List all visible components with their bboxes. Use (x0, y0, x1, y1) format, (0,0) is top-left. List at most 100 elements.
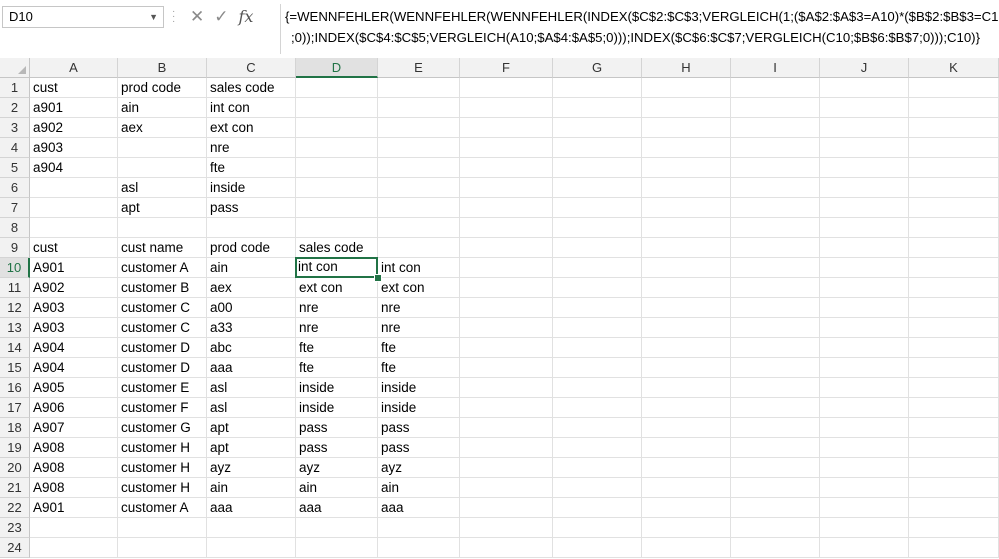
cell-j3[interactable] (820, 118, 909, 138)
cell-g24[interactable] (553, 538, 642, 558)
cell-k23[interactable] (909, 518, 999, 538)
cell-a23[interactable] (30, 518, 118, 538)
cell-j18[interactable] (820, 418, 909, 438)
cell-i11[interactable] (731, 278, 820, 298)
cell-a12[interactable]: A903 (30, 298, 118, 318)
cell-b4[interactable] (118, 138, 207, 158)
cell-i23[interactable] (731, 518, 820, 538)
cell-i19[interactable] (731, 438, 820, 458)
cell-a24[interactable] (30, 538, 118, 558)
row-header-13[interactable]: 13 (0, 318, 30, 338)
cell-k4[interactable] (909, 138, 999, 158)
row-header-19[interactable]: 19 (0, 438, 30, 458)
cell-j6[interactable] (820, 178, 909, 198)
cell-h18[interactable] (642, 418, 731, 438)
cell-j1[interactable] (820, 78, 909, 98)
cell-g20[interactable] (553, 458, 642, 478)
cell-f9[interactable] (460, 238, 553, 258)
cell-k17[interactable] (909, 398, 999, 418)
cell-h21[interactable] (642, 478, 731, 498)
cell-c1[interactable]: sales code (207, 78, 296, 98)
cell-j13[interactable] (820, 318, 909, 338)
cell-c9[interactable]: prod code (207, 238, 296, 258)
cell-j20[interactable] (820, 458, 909, 478)
cell-b22[interactable]: customer A (118, 498, 207, 518)
row-header-23[interactable]: 23 (0, 518, 30, 538)
cell-k15[interactable] (909, 358, 999, 378)
row-header-4[interactable]: 4 (0, 138, 30, 158)
cell-j7[interactable] (820, 198, 909, 218)
cell-b3[interactable]: aex (118, 118, 207, 138)
cell-d9[interactable]: sales code (296, 238, 378, 258)
cell-j11[interactable] (820, 278, 909, 298)
insert-function-icon[interactable]: fx (239, 6, 254, 28)
cell-f19[interactable] (460, 438, 553, 458)
row-header-14[interactable]: 14 (0, 338, 30, 358)
row-header-24[interactable]: 24 (0, 538, 30, 558)
name-box[interactable]: D10 ▼ (2, 6, 164, 28)
cell-k8[interactable] (909, 218, 999, 238)
cell-e15[interactable]: fte (378, 358, 460, 378)
column-header-i[interactable]: I (731, 58, 820, 78)
cell-e16[interactable]: inside (378, 378, 460, 398)
cell-e24[interactable] (378, 538, 460, 558)
cell-f22[interactable] (460, 498, 553, 518)
cell-h8[interactable] (642, 218, 731, 238)
cell-g2[interactable] (553, 98, 642, 118)
cell-d4[interactable] (296, 138, 378, 158)
cell-b10[interactable]: customer A (118, 258, 207, 278)
cell-g1[interactable] (553, 78, 642, 98)
cell-k7[interactable] (909, 198, 999, 218)
cancel-icon[interactable]: ✕ (190, 6, 204, 28)
row-header-8[interactable]: 8 (0, 218, 30, 238)
cell-h24[interactable] (642, 538, 731, 558)
cell-d16[interactable]: inside (296, 378, 378, 398)
cell-h12[interactable] (642, 298, 731, 318)
row-header-11[interactable]: 11 (0, 278, 30, 298)
cell-j22[interactable] (820, 498, 909, 518)
cell-d10[interactable]: int con (295, 257, 378, 278)
cell-k13[interactable] (909, 318, 999, 338)
cell-j9[interactable] (820, 238, 909, 258)
fill-handle[interactable] (374, 274, 382, 282)
cell-a19[interactable]: A908 (30, 438, 118, 458)
row-header-2[interactable]: 2 (0, 98, 30, 118)
cell-f14[interactable] (460, 338, 553, 358)
cell-k22[interactable] (909, 498, 999, 518)
cell-f5[interactable] (460, 158, 553, 178)
cell-j23[interactable] (820, 518, 909, 538)
cell-i13[interactable] (731, 318, 820, 338)
row-header-6[interactable]: 6 (0, 178, 30, 198)
formula-input[interactable]: {=WENNFEHLER(WENNFEHLER(WENNFEHLER(INDEX… (280, 4, 999, 54)
cell-h3[interactable] (642, 118, 731, 138)
cell-c17[interactable]: asl (207, 398, 296, 418)
cell-e20[interactable]: ayz (378, 458, 460, 478)
cell-e4[interactable] (378, 138, 460, 158)
cell-d19[interactable]: pass (296, 438, 378, 458)
column-header-g[interactable]: G (553, 58, 642, 78)
cell-b14[interactable]: customer D (118, 338, 207, 358)
cell-c7[interactable]: pass (207, 198, 296, 218)
column-header-a[interactable]: A (30, 58, 118, 78)
cell-c23[interactable] (207, 518, 296, 538)
cell-a3[interactable]: a902 (30, 118, 118, 138)
cell-d18[interactable]: pass (296, 418, 378, 438)
cell-c18[interactable]: apt (207, 418, 296, 438)
cell-k14[interactable] (909, 338, 999, 358)
cell-b17[interactable]: customer F (118, 398, 207, 418)
cell-b23[interactable] (118, 518, 207, 538)
column-header-j[interactable]: J (820, 58, 909, 78)
cell-g9[interactable] (553, 238, 642, 258)
cell-e21[interactable]: ain (378, 478, 460, 498)
cell-e5[interactable] (378, 158, 460, 178)
row-header-17[interactable]: 17 (0, 398, 30, 418)
cell-h20[interactable] (642, 458, 731, 478)
cell-j14[interactable] (820, 338, 909, 358)
cell-c10[interactable]: ain (207, 258, 296, 278)
cell-k24[interactable] (909, 538, 999, 558)
cell-c8[interactable] (207, 218, 296, 238)
row-header-15[interactable]: 15 (0, 358, 30, 378)
cell-c24[interactable] (207, 538, 296, 558)
column-header-c[interactable]: C (207, 58, 296, 78)
cell-g22[interactable] (553, 498, 642, 518)
